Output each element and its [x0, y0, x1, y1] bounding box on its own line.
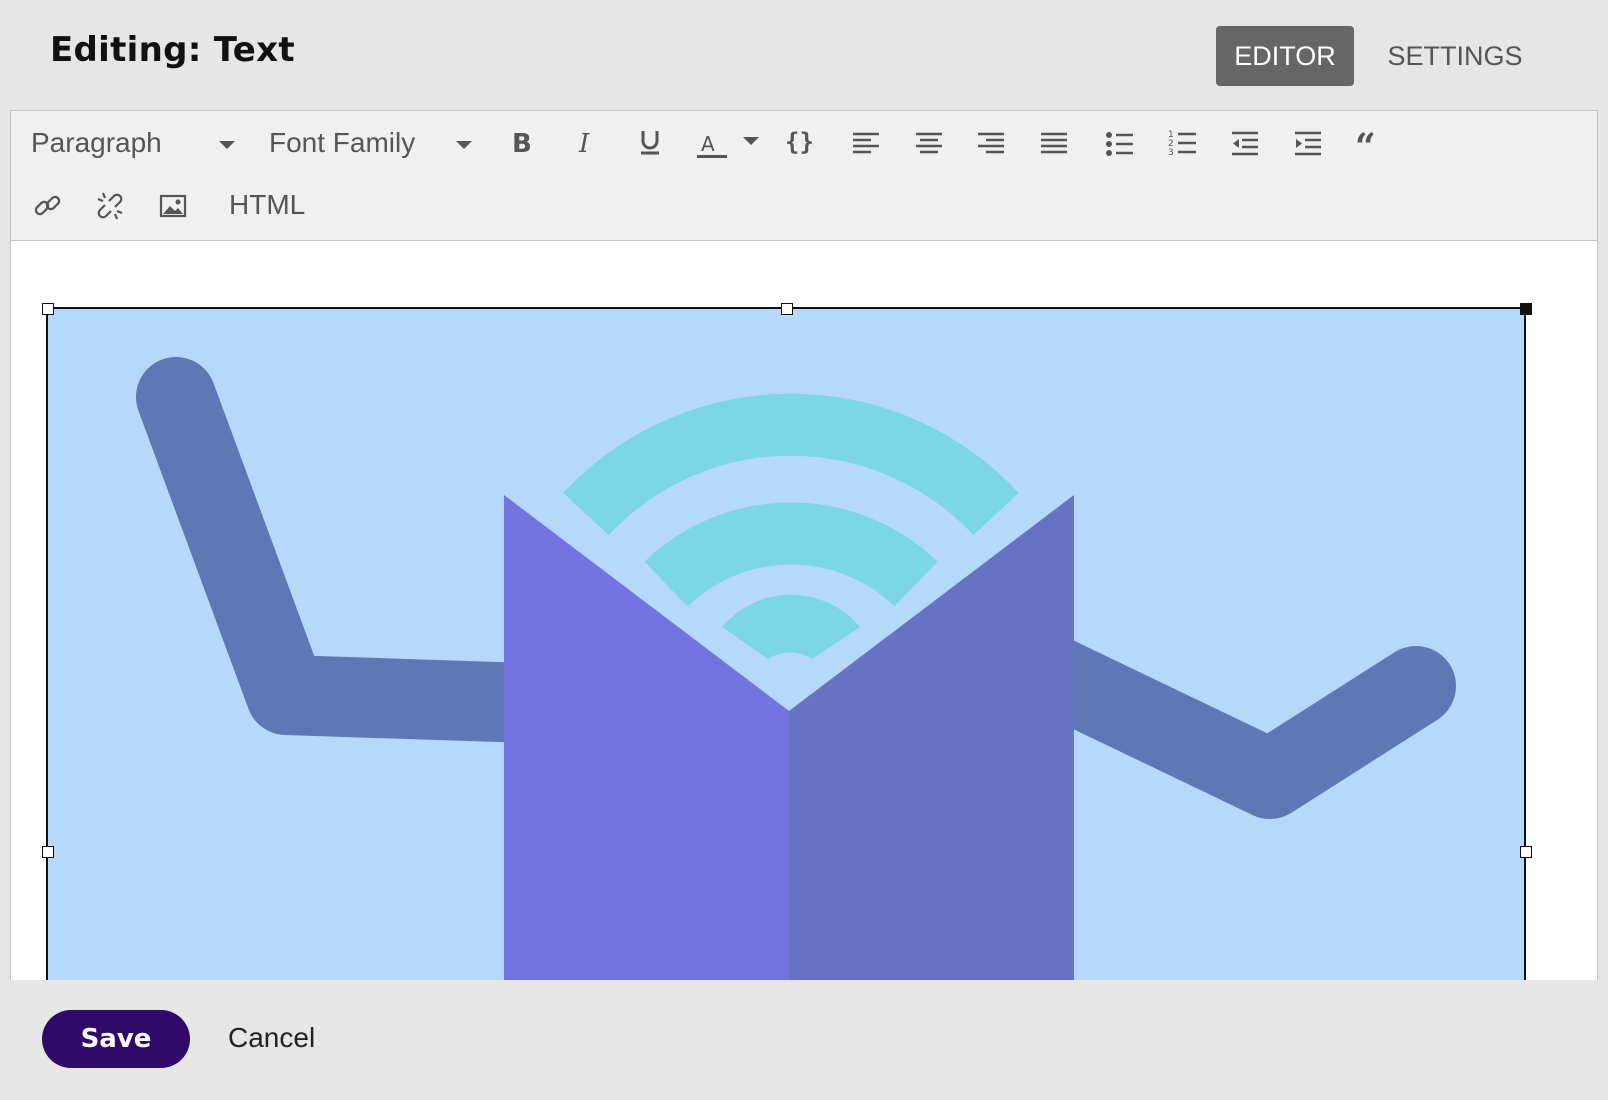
svg-text:3: 3	[1168, 148, 1174, 157]
tab-settings[interactable]: SETTINGS	[1380, 26, 1530, 86]
image-icon[interactable]	[159, 193, 187, 219]
resize-handle[interactable]	[42, 303, 54, 315]
svg-text:A: A	[701, 132, 715, 156]
selected-image[interactable]	[46, 307, 1526, 980]
code-icon[interactable]: {}	[784, 125, 818, 157]
align-center-icon[interactable]	[914, 131, 944, 155]
editor-toolbar: Paragraph Font Family B I A {} 1 2 3 “ H…	[11, 111, 1597, 241]
outdent-icon[interactable]	[1230, 131, 1260, 157]
svg-text:{}: {}	[785, 128, 814, 156]
unlink-icon[interactable]	[95, 191, 125, 221]
chevron-down-icon	[456, 141, 472, 149]
block-format-label: Paragraph	[31, 127, 162, 158]
font-family-select[interactable]: Font Family	[269, 111, 479, 171]
resize-handle[interactable]	[781, 303, 793, 315]
align-justify-icon[interactable]	[1039, 131, 1069, 155]
chevron-down-icon	[219, 141, 235, 149]
resize-handle[interactable]	[1520, 846, 1532, 858]
block-format-select[interactable]: Paragraph	[31, 111, 241, 171]
save-button[interactable]: Save	[42, 1010, 190, 1068]
bold-icon[interactable]: B	[508, 127, 536, 157]
podcast-book-illustration	[48, 309, 1524, 980]
font-family-label: Font Family	[269, 127, 416, 158]
html-source-button[interactable]: HTML	[229, 189, 305, 221]
svg-text:“: “	[1355, 129, 1376, 157]
italic-icon[interactable]: I	[573, 127, 601, 157]
tab-editor[interactable]: EDITOR	[1216, 26, 1354, 86]
text-color-icon[interactable]: A	[695, 125, 761, 161]
resize-handle[interactable]	[1520, 303, 1532, 315]
svg-text:I: I	[578, 129, 590, 157]
link-icon[interactable]	[33, 191, 63, 221]
underline-icon[interactable]	[636, 127, 664, 157]
cancel-button[interactable]: Cancel	[228, 1022, 315, 1054]
rich-text-editor: Paragraph Font Family B I A {} 1 2 3 “ H…	[10, 110, 1598, 980]
resize-handle[interactable]	[42, 846, 54, 858]
editor-header: Editing: Text EDITOR SETTINGS	[0, 0, 1608, 110]
indent-icon[interactable]	[1293, 131, 1323, 157]
numbered-list-icon[interactable]: 123	[1168, 129, 1198, 157]
blockquote-icon[interactable]: “	[1355, 129, 1385, 157]
svg-text:B: B	[512, 129, 532, 157]
align-right-icon[interactable]	[976, 131, 1006, 155]
align-left-icon[interactable]	[851, 131, 881, 155]
bullet-list-icon[interactable]	[1105, 131, 1135, 157]
page-title: Editing: Text	[50, 30, 295, 70]
editor-content-area[interactable]	[11, 241, 1597, 980]
editor-footer: Save Cancel	[0, 980, 1608, 1100]
